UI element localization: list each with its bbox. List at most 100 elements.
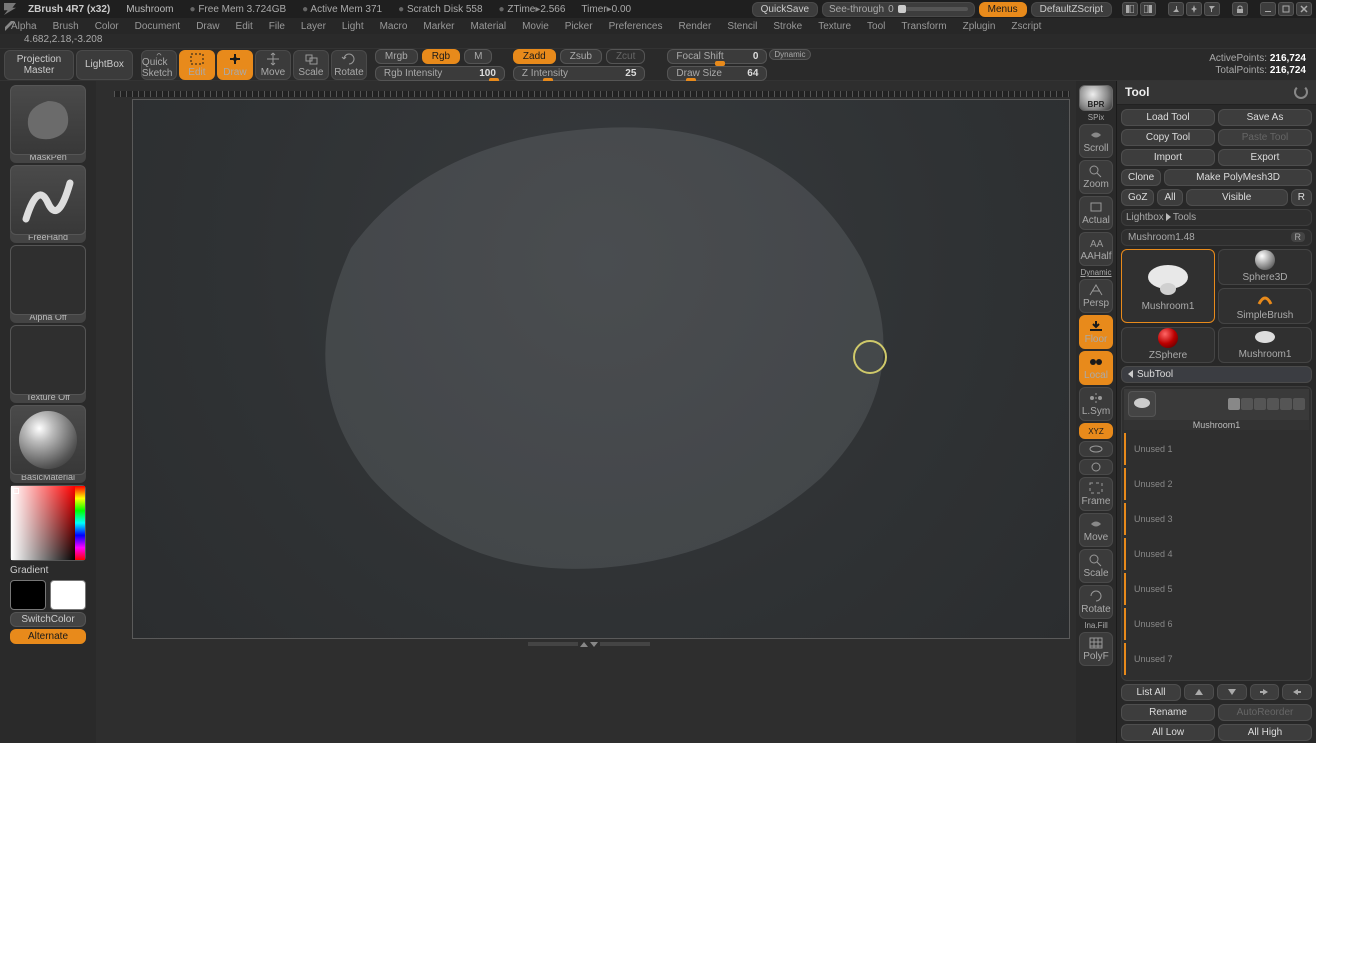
menu-edit[interactable]: Edit: [229, 20, 260, 33]
autoreorder-button[interactable]: AutoReorder: [1218, 704, 1312, 721]
draw-size-slider[interactable]: Draw Size64: [667, 66, 767, 81]
menu-movie[interactable]: Movie: [515, 20, 556, 33]
actual-button[interactable]: Actual: [1079, 196, 1113, 230]
menu-color[interactable]: Color: [88, 20, 126, 33]
goz-visible-button[interactable]: Visible: [1186, 189, 1288, 206]
dynamic-label[interactable]: Dynamic: [1080, 268, 1111, 277]
close-button[interactable]: [1296, 2, 1312, 16]
spix-label[interactable]: SPix: [1088, 113, 1104, 122]
menu-stencil[interactable]: Stencil: [720, 20, 764, 33]
dynamic-button[interactable]: Dynamic: [769, 49, 810, 60]
save-as-button[interactable]: Save As: [1218, 109, 1312, 126]
material-thumbnail[interactable]: [10, 405, 86, 475]
move-up-button[interactable]: [1184, 684, 1214, 700]
export-button[interactable]: Export: [1218, 149, 1312, 166]
move-down-button[interactable]: [1217, 684, 1247, 700]
floor-button[interactable]: Floor: [1079, 315, 1113, 349]
rgb-intensity-slider[interactable]: Rgb Intensity100: [375, 66, 505, 81]
draw-mode-button[interactable]: Draw: [217, 50, 253, 80]
pin-right-icon[interactable]: [1204, 2, 1220, 16]
import-button[interactable]: Import: [1121, 149, 1215, 166]
tool-panel-header[interactable]: Tool: [1117, 81, 1316, 105]
z-intensity-slider[interactable]: Z Intensity25: [513, 66, 645, 81]
pin-icon[interactable]: [1186, 2, 1202, 16]
tool-zsphere[interactable]: ZSphere: [1121, 327, 1215, 363]
list-all-button[interactable]: List All: [1121, 684, 1181, 701]
scroll-button[interactable]: Scroll: [1079, 124, 1113, 158]
subtool-unused[interactable]: Unused 3: [1124, 503, 1309, 535]
subtool-unused[interactable]: Unused 6: [1124, 608, 1309, 640]
menu-layer[interactable]: Layer: [294, 20, 333, 33]
edit-mode-button[interactable]: Edit: [179, 50, 215, 80]
polypaint-icon[interactable]: [1241, 398, 1253, 410]
menu-draw[interactable]: Draw: [189, 20, 226, 33]
subtool-item-active[interactable]: [1124, 389, 1309, 421]
menu-file[interactable]: File: [262, 20, 292, 33]
all-low-button[interactable]: All Low: [1121, 724, 1215, 741]
default-zscript-button[interactable]: DefaultZScript: [1031, 2, 1112, 17]
menus-button[interactable]: Menus: [979, 2, 1027, 17]
subtool-unused[interactable]: Unused 5: [1124, 573, 1309, 605]
goz-button[interactable]: GoZ: [1121, 189, 1154, 206]
pin-left-icon[interactable]: [1168, 2, 1184, 16]
texture-thumbnail[interactable]: [10, 325, 86, 395]
end-icon[interactable]: [1293, 398, 1305, 410]
mrgb-button[interactable]: Mrgb: [375, 49, 418, 64]
maximize-button[interactable]: [1278, 2, 1294, 16]
rotate-nav-button[interactable]: Rotate: [1079, 585, 1113, 619]
minimize-button[interactable]: [1260, 2, 1276, 16]
stroke-thumbnail[interactable]: [10, 165, 86, 235]
move-back-button[interactable]: [1282, 684, 1312, 700]
scale-nav-button[interactable]: Scale: [1079, 549, 1113, 583]
projection-master-button[interactable]: Projection Master: [4, 50, 74, 80]
menu-stroke[interactable]: Stroke: [766, 20, 809, 33]
persp-button[interactable]: Persp: [1079, 279, 1113, 313]
panel-arrow-icon[interactable]: [4, 20, 16, 32]
quicksave-button[interactable]: QuickSave: [752, 2, 818, 17]
all-high-button[interactable]: All High: [1218, 724, 1312, 741]
eye-icon[interactable]: [1228, 398, 1240, 410]
polyf-button[interactable]: PolyF: [1079, 632, 1113, 666]
brush-thumbnail[interactable]: [10, 85, 86, 155]
menu-document[interactable]: Document: [128, 20, 188, 33]
menu-macro[interactable]: Macro: [373, 20, 415, 33]
menu-zscript[interactable]: Zscript: [1004, 20, 1048, 33]
viewport[interactable]: [132, 99, 1070, 639]
aahalf-button[interactable]: AAAAHalf: [1079, 232, 1113, 266]
move-forward-button[interactable]: [1250, 684, 1280, 700]
focal-shift-slider[interactable]: Focal Shift0: [667, 49, 767, 64]
see-through-slider[interactable]: See-through 0: [822, 2, 975, 17]
rot-z-button[interactable]: [1079, 459, 1113, 475]
local-button[interactable]: Local: [1079, 351, 1113, 385]
subtool-unused[interactable]: Unused 7: [1124, 643, 1309, 675]
goz-all-button[interactable]: All: [1157, 189, 1182, 206]
mask-icon[interactable]: [1254, 398, 1266, 410]
switch-color-button[interactable]: SwitchColor: [10, 612, 86, 627]
frame-button[interactable]: Frame: [1079, 477, 1113, 511]
alternate-button[interactable]: Alternate: [10, 629, 86, 644]
r-badge[interactable]: R: [1291, 232, 1306, 242]
subtool-section-header[interactable]: SubTool: [1121, 366, 1312, 383]
rgb-button[interactable]: Rgb: [422, 49, 460, 64]
current-tool-name[interactable]: Mushroom1.48R: [1121, 229, 1312, 246]
lock-icon[interactable]: [1232, 2, 1248, 16]
color-swatch-secondary[interactable]: [50, 580, 86, 610]
copy-tool-button[interactable]: Copy Tool: [1121, 129, 1215, 146]
zsub-button[interactable]: Zsub: [560, 49, 602, 64]
start-icon[interactable]: [1280, 398, 1292, 410]
rename-button[interactable]: Rename: [1121, 704, 1215, 721]
color-picker[interactable]: [10, 485, 86, 561]
clone-button[interactable]: Clone: [1121, 169, 1161, 186]
alpha-thumbnail[interactable]: [10, 245, 86, 315]
paste-tool-button[interactable]: Paste Tool: [1218, 129, 1312, 146]
merge-icon[interactable]: [1267, 398, 1279, 410]
load-tool-button[interactable]: Load Tool: [1121, 109, 1215, 126]
canvas-ruler[interactable]: [114, 91, 1070, 97]
zcut-button[interactable]: Zcut: [606, 49, 645, 64]
menu-material[interactable]: Material: [464, 20, 514, 33]
make-polymesh-button[interactable]: Make PolyMesh3D: [1164, 169, 1312, 186]
tool-simplebrush[interactable]: SimpleBrush: [1218, 288, 1312, 324]
move-nav-button[interactable]: Move: [1079, 513, 1113, 547]
lightbox-tools-section[interactable]: LightboxTools: [1121, 209, 1312, 226]
reload-icon[interactable]: [1294, 85, 1308, 99]
